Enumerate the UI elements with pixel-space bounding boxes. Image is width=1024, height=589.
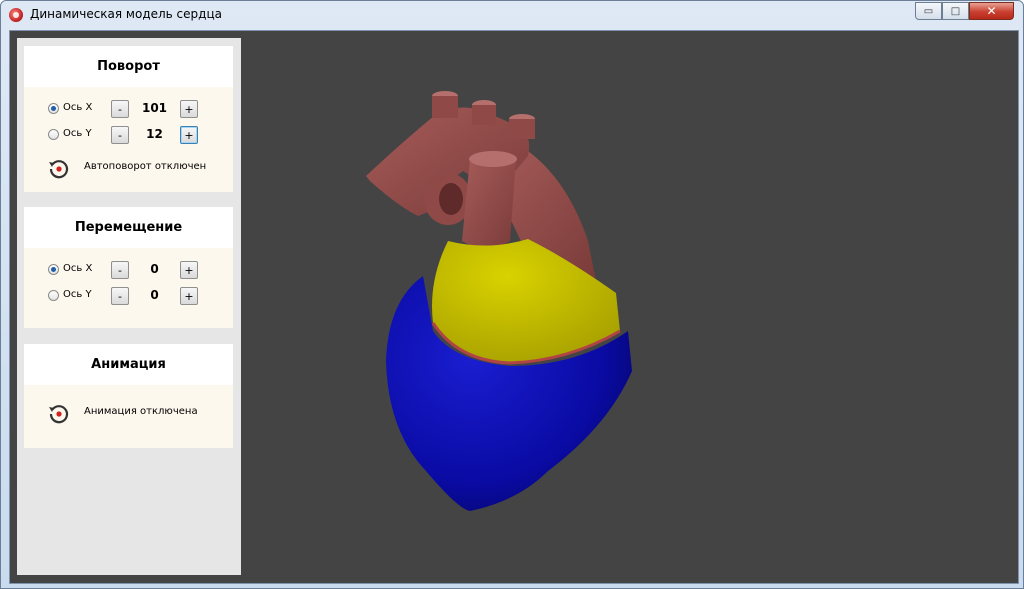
rotation-x-decrement-button[interactable]: - <box>111 100 129 118</box>
app-icon <box>9 8 23 22</box>
animation-icon <box>49 405 69 424</box>
minimize-icon: ▭ <box>923 5 934 17</box>
minimize-button[interactable]: ▭ <box>915 2 942 20</box>
movement-x-label[interactable]: Ось X <box>63 263 92 274</box>
movement-x-radio[interactable] <box>48 264 59 275</box>
rotation-y-label[interactable]: Ось Y <box>63 128 92 139</box>
movement-y-radio[interactable] <box>48 290 59 301</box>
animation-panel: Анимация Анимация отключена <box>24 344 233 448</box>
movement-x-decrement-button[interactable]: - <box>111 261 129 279</box>
movement-y-value: 0 <box>150 288 159 302</box>
rotation-x-row: Ось X - 101 + <box>24 100 233 120</box>
rotation-x-radio[interactable] <box>48 103 59 114</box>
rotation-y-increment-button[interactable]: + <box>180 126 198 144</box>
movement-x-increment-button[interactable]: + <box>180 261 198 279</box>
movement-y-decrement-button[interactable]: - <box>111 287 129 305</box>
movement-y-increment-button[interactable]: + <box>180 287 198 305</box>
rotation-x-increment-button[interactable]: + <box>180 100 198 118</box>
rotation-y-row: Ось Y - 12 + <box>24 126 233 146</box>
close-button[interactable]: ✕ <box>969 2 1014 20</box>
pulmonary-trunk <box>462 159 516 249</box>
heart-3d-viewport[interactable] <box>248 31 1018 583</box>
rotation-x-label[interactable]: Ось X <box>63 102 92 113</box>
movement-x-row: Ось X - 0 + <box>24 261 233 281</box>
maximize-button[interactable]: □ <box>942 2 969 20</box>
autorotate-status: Автоповорот отключен <box>84 161 207 172</box>
movement-x-value: 0 <box>150 262 159 276</box>
rotation-y-value: 12 <box>146 127 163 141</box>
maximize-icon: □ <box>950 5 961 17</box>
animation-toggle[interactable]: Анимация отключена <box>46 401 236 425</box>
movement-y-row: Ось Y - 0 + <box>24 287 233 307</box>
movement-panel: Перемещение Ось X - 0 + Ось Y - 0 + <box>24 207 233 328</box>
autorotate-icon <box>49 160 69 179</box>
control-sidebar: Поворот Ось X - 101 + Ось Y - 12 + Автоп… <box>17 38 241 575</box>
window-title: Динамическая модель сердца <box>30 7 222 21</box>
rotation-panel: Поворот Ось X - 101 + Ось Y - 12 + Автоп… <box>24 46 233 192</box>
rotation-x-value: 101 <box>141 101 168 115</box>
animation-status: Анимация отключена <box>84 406 198 417</box>
rotation-y-radio[interactable] <box>48 129 59 140</box>
movement-y-label[interactable]: Ось Y <box>63 289 92 300</box>
client-area: Поворот Ось X - 101 + Ось Y - 12 + Автоп… <box>9 30 1019 584</box>
movement-panel-title: Перемещение <box>24 207 233 248</box>
rotation-y-decrement-button[interactable]: - <box>111 126 129 144</box>
rotation-panel-title: Поворот <box>24 46 233 87</box>
animation-panel-title: Анимация <box>24 344 233 385</box>
title-bar[interactable]: Динамическая модель сердца ▭ □ ✕ <box>1 1 1023 29</box>
heart-model <box>366 91 632 511</box>
app-window: Динамическая модель сердца ▭ □ ✕ Поворот… <box>0 0 1024 589</box>
autorotate-toggle[interactable]: Автоповорот отключен <box>46 156 236 180</box>
close-icon: ✕ <box>986 4 997 18</box>
